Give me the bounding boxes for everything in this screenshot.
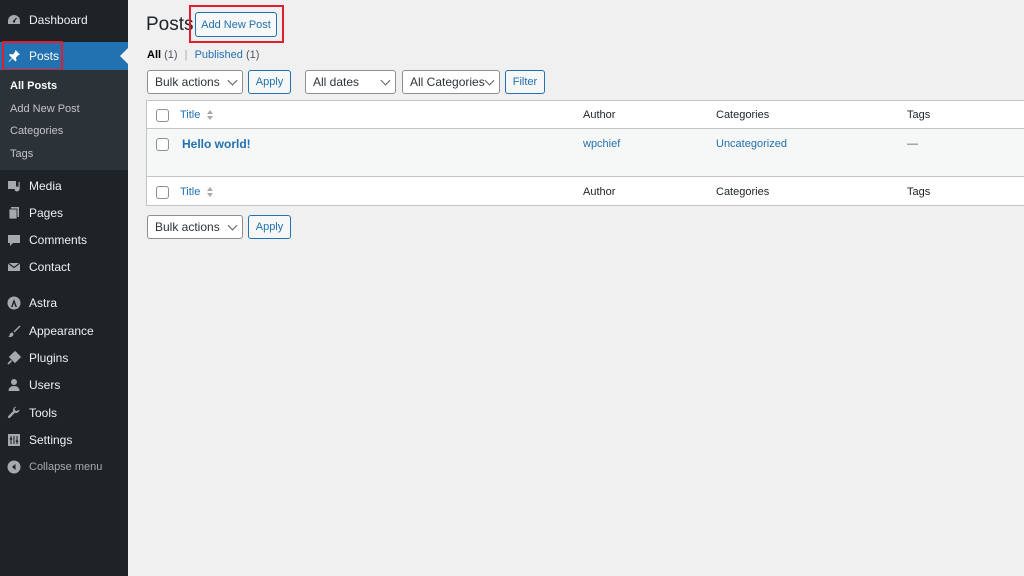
sort-icon (207, 110, 214, 121)
media-icon (8, 181, 20, 192)
post-tags-value: — (907, 138, 918, 150)
pin-icon (8, 50, 20, 62)
chevron-down-icon (484, 75, 495, 86)
column-header-categories: Categories (716, 109, 770, 121)
sidebar-item-label: Dashboard (29, 13, 88, 27)
dates-filter-select[interactable]: All dates (305, 70, 396, 94)
submenu-tags[interactable]: Tags (10, 148, 33, 160)
sidebar-item-label: Contact (29, 260, 71, 274)
chevron-down-icon (227, 75, 238, 86)
sidebar-item-plugins[interactable]: Plugins (0, 345, 128, 371)
plugin-icon (7, 351, 21, 365)
table-footer-row: Title Author Categories Tags (147, 177, 1024, 206)
pages-icon (8, 207, 19, 220)
post-category-link[interactable]: Uncategorized (716, 138, 787, 150)
category-filter-select[interactable]: All Categories (402, 70, 500, 94)
sidebar-item-posts[interactable]: Posts (0, 42, 128, 70)
sidebar-item-media[interactable]: Media (0, 173, 128, 199)
sidebar-item-comments[interactable]: Comments (0, 227, 128, 253)
sidebar-item-dashboard[interactable]: Dashboard (0, 7, 128, 33)
sidebar-item-label: Settings (29, 433, 73, 447)
posts-table: Title Author Categories Tags Hello world… (146, 100, 1024, 206)
column-footer-categories: Categories (716, 186, 770, 198)
sidebar-item-tools[interactable]: Tools (0, 400, 128, 426)
column-title-label[interactable]: Title (180, 186, 200, 198)
column-title-label[interactable]: Title (180, 109, 200, 121)
sidebar-item-label: Posts (29, 49, 60, 63)
column-header-author: Author (583, 109, 616, 121)
sort-icon (207, 187, 214, 198)
filter-button[interactable]: Filter (505, 70, 545, 94)
user-icon (8, 379, 20, 391)
comments-icon (8, 235, 20, 246)
sidebar-item-label: Pages (29, 206, 64, 220)
sidebar-item-label: Media (29, 179, 62, 193)
view-all-count: (1) (164, 49, 178, 61)
sidebar-item-appearance[interactable]: Appearance (0, 318, 128, 344)
post-author-link[interactable]: wpchief (583, 138, 620, 150)
submenu-add-new-post[interactable]: Add New Post (10, 103, 80, 115)
sidebar-item-label: Astra (29, 296, 58, 310)
collapse-menu-button[interactable]: Collapse menu (0, 454, 128, 480)
view-published-count: (1) (245, 49, 260, 61)
row-checkbox[interactable] (156, 138, 169, 151)
collapse-icon (7, 460, 21, 474)
astra-icon (7, 296, 21, 310)
view-all-link[interactable]: All (147, 49, 161, 61)
apply-button-bottom[interactable]: Apply (248, 215, 291, 239)
column-footer-title[interactable]: Title (180, 186, 214, 198)
table-header-row: Title Author Categories Tags (147, 101, 1024, 129)
sidebar-item-pages[interactable]: Pages (0, 200, 128, 226)
apply-button-top[interactable]: Apply (248, 70, 291, 94)
posts-submenu: All Posts Add New Post Categories Tags (0, 70, 128, 170)
chevron-down-icon (227, 220, 238, 231)
view-separator: | (184, 49, 188, 61)
dashboard-icon (8, 15, 20, 24)
post-title-link[interactable]: Hello world! (182, 137, 251, 151)
select-all-checkbox-bottom[interactable] (156, 186, 169, 199)
page-title: Posts (146, 14, 194, 35)
bulk-actions-value: Bulk actions (155, 220, 220, 234)
chevron-down-icon (380, 75, 391, 86)
bulk-actions-select-bottom[interactable]: Bulk actions (147, 215, 243, 239)
sidebar-item-label: Plugins (29, 351, 69, 365)
sidebar-item-label: Comments (29, 233, 88, 247)
column-footer-tags: Tags (907, 186, 931, 198)
column-header-tags: Tags (907, 109, 931, 121)
submenu-all-posts[interactable]: All Posts (10, 80, 57, 92)
sidebar-item-astra[interactable]: Astra (0, 290, 128, 316)
settings-icon (8, 434, 20, 446)
column-header-title[interactable]: Title (180, 109, 214, 121)
brush-icon (8, 325, 21, 338)
view-published-link[interactable]: Published (195, 49, 243, 61)
wrench-icon (7, 406, 20, 419)
sidebar-item-contact[interactable]: Contact (0, 254, 128, 280)
post-status-views: All (1) | Published (1) (147, 49, 259, 61)
mail-icon (7, 262, 21, 271)
bulk-actions-select-top[interactable]: Bulk actions (147, 70, 243, 94)
admin-sidebar: Dashboard Posts All Posts Add New Post C… (0, 0, 128, 576)
submenu-categories[interactable]: Categories (10, 125, 63, 137)
sidebar-item-users[interactable]: Users (0, 372, 128, 398)
add-new-post-button[interactable]: Add New Post (195, 12, 277, 37)
sidebar-item-settings[interactable]: Settings (0, 427, 128, 453)
column-footer-author: Author (583, 186, 616, 198)
sidebar-item-label: Collapse menu (29, 461, 103, 473)
sidebar-item-label: Tools (29, 406, 58, 420)
sidebar-item-label: Users (29, 378, 61, 392)
select-all-checkbox[interactable] (156, 109, 169, 122)
category-filter-value: All Categories (410, 75, 485, 89)
dates-filter-value: All dates (313, 75, 360, 89)
bulk-actions-value: Bulk actions (155, 75, 220, 89)
sidebar-item-label: Appearance (29, 324, 94, 338)
table-row: Hello world! wpchief Uncategorized — (147, 129, 1024, 177)
